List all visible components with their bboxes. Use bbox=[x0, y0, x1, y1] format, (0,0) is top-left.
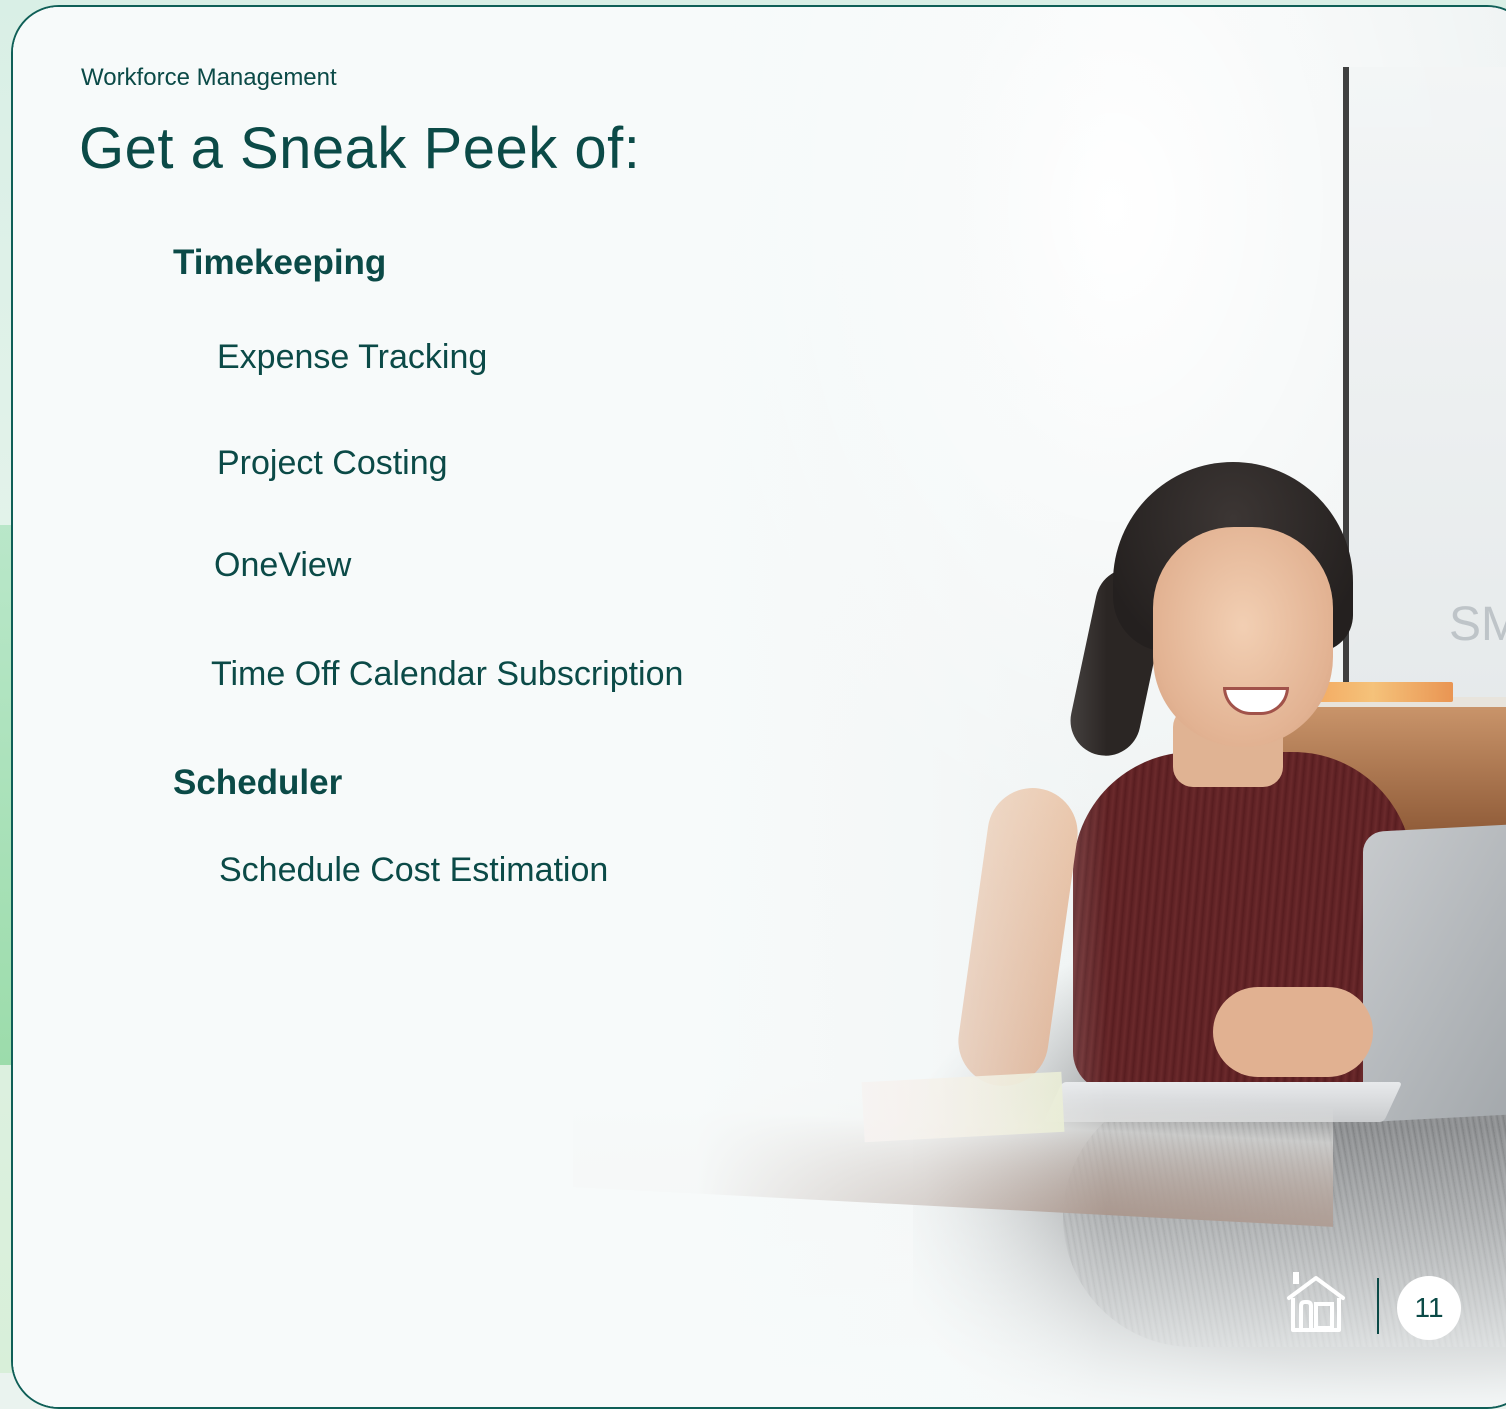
list-item-time-off-calendar: Time Off Calendar Subscription bbox=[211, 655, 684, 693]
home-icon[interactable] bbox=[1283, 1272, 1349, 1334]
home-icon-svg bbox=[1287, 1272, 1345, 1332]
slide-card: SM Workforce Management Get a Sneak Peek… bbox=[11, 5, 1506, 1409]
page-title: Get a Sneak Peek of: bbox=[79, 116, 641, 181]
list-item-project-costing: Project Costing bbox=[217, 444, 448, 482]
footer-divider bbox=[1377, 1278, 1379, 1334]
slide-frame: SM Workforce Management Get a Sneak Peek… bbox=[0, 0, 1506, 1409]
photo-fade-overlay bbox=[13, 7, 1506, 1407]
page-number-badge: 11 bbox=[1397, 1276, 1461, 1340]
section-heading-scheduler: Scheduler bbox=[173, 763, 343, 802]
section-kicker: Workforce Management bbox=[81, 64, 337, 91]
list-item-expense-tracking: Expense Tracking bbox=[217, 338, 488, 376]
list-item-schedule-cost-estimation: Schedule Cost Estimation bbox=[219, 851, 609, 889]
slide-footer: 11 bbox=[1283, 1270, 1483, 1340]
section-heading-timekeeping: Timekeeping bbox=[173, 243, 387, 282]
list-item-oneview: OneView bbox=[214, 546, 352, 584]
